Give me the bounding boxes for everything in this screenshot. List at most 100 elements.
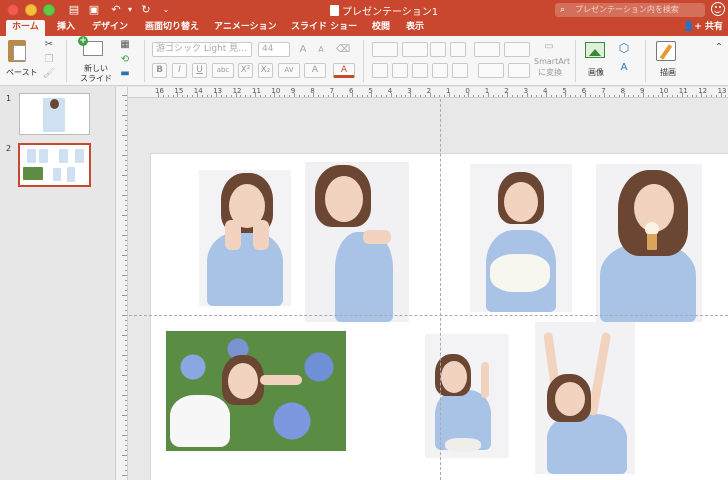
textbox-icon[interactable]: A: [617, 62, 631, 74]
align-left-button[interactable]: [372, 63, 388, 78]
tab-slideshow[interactable]: スライド ショー: [291, 20, 357, 36]
dress: [335, 232, 393, 322]
ruler-tick: [710, 95, 712, 97]
increase-indent-button[interactable]: [450, 42, 466, 57]
ruler-tick: [638, 95, 640, 97]
align-right-button[interactable]: [412, 63, 428, 78]
underline-button[interactable]: U: [192, 63, 207, 78]
slide-thumbnail-2[interactable]: [18, 143, 91, 187]
photo-hydrangea[interactable]: [166, 331, 346, 451]
ribbon-divider: [363, 40, 364, 82]
photo-holding-snack[interactable]: [425, 334, 509, 458]
font-name-select[interactable]: 游ゴシック Light 見...: [152, 42, 252, 57]
ruler-tick-label: 10: [659, 87, 669, 95]
superscript-button[interactable]: X²: [238, 63, 253, 78]
font-size-select[interactable]: 44: [258, 42, 290, 57]
ruler-tick: [696, 95, 698, 97]
ruler-tick: [269, 95, 271, 97]
cut-icon[interactable]: ✂: [42, 39, 56, 51]
undo-dropdown-icon[interactable]: ▾: [122, 2, 138, 18]
slide-editor-canvas[interactable]: [129, 99, 728, 480]
ruler-tick: [458, 95, 460, 97]
redo-icon[interactable]: ↻: [138, 2, 154, 18]
layout-icon[interactable]: ▦: [118, 39, 132, 51]
ruler-tick: [618, 95, 620, 97]
photo-reaching-forward[interactable]: [305, 162, 409, 322]
slide-2[interactable]: [150, 153, 728, 480]
smartart-icon[interactable]: ▭: [540, 41, 558, 53]
thumb-photo: [39, 149, 48, 163]
tab-view[interactable]: 表示: [406, 20, 424, 36]
decrease-font-icon[interactable]: A: [314, 44, 328, 56]
close-window-button[interactable]: [7, 4, 19, 16]
slide-thumbnail-1[interactable]: [19, 93, 90, 135]
document-icon: [330, 5, 339, 16]
arm: [363, 230, 391, 244]
reset-icon[interactable]: ⟲: [118, 54, 132, 66]
justify-button[interactable]: [432, 63, 448, 78]
ruler-tick: [681, 93, 683, 97]
ruler-tick: [453, 95, 455, 97]
numbering-button[interactable]: [402, 42, 428, 57]
format-painter-icon[interactable]: 🖌: [42, 68, 56, 80]
paste-icon[interactable]: [8, 40, 26, 62]
ruler-tick: [318, 95, 320, 97]
ruler-tick: [725, 95, 727, 97]
photo-ice-cream[interactable]: [596, 164, 702, 322]
slide-thumbnails-panel: 1 2: [0, 87, 116, 480]
text-effects-button[interactable]: A: [304, 63, 326, 78]
align-center-button[interactable]: [392, 63, 408, 78]
picture-icon[interactable]: [585, 42, 605, 58]
draw-icon[interactable]: [656, 41, 676, 61]
section-icon[interactable]: ▬: [118, 68, 132, 80]
columns-button[interactable]: [504, 42, 530, 57]
shapes-icon[interactable]: ⬡: [617, 42, 631, 54]
align-text-button[interactable]: [508, 63, 530, 78]
face: [325, 176, 363, 222]
feedback-smiley-icon[interactable]: [711, 2, 725, 16]
bold-button[interactable]: B: [152, 63, 167, 78]
increase-font-icon[interactable]: A: [296, 44, 310, 56]
ruler-tick: [240, 95, 242, 97]
line-spacing-button[interactable]: [474, 42, 500, 57]
strikethrough-button[interactable]: abc: [212, 63, 234, 78]
text-direction-button[interactable]: [478, 63, 504, 78]
minimize-window-button[interactable]: [25, 4, 37, 16]
distribute-button[interactable]: [452, 63, 468, 78]
maximize-window-button[interactable]: [43, 4, 55, 16]
bullets-button[interactable]: [372, 42, 398, 57]
photo-arms-raised[interactable]: [535, 322, 635, 474]
photo-holding-flowers[interactable]: [470, 164, 572, 312]
clear-format-icon[interactable]: ⌫: [336, 44, 350, 56]
tab-insert[interactable]: 挿入: [57, 20, 75, 36]
slide-number-1: 1: [6, 94, 12, 103]
ruler-tick: [284, 95, 286, 97]
new-slide-icon[interactable]: [78, 36, 103, 56]
ruler-tick: [652, 95, 654, 97]
tab-review[interactable]: 校閲: [372, 20, 390, 36]
save-icon[interactable]: ▣: [86, 2, 102, 18]
font-color-button[interactable]: A: [333, 63, 355, 78]
tab-design[interactable]: デザイン: [92, 20, 128, 36]
italic-button[interactable]: I: [172, 63, 187, 78]
draw-label: 描画: [660, 68, 676, 77]
ruler-tick: [122, 215, 127, 216]
share-button[interactable]: 👤+ 共有: [683, 20, 723, 36]
customize-toolbar-icon[interactable]: ⌄: [158, 2, 174, 18]
ribbon-home: ペースト ✂ ❐ 🖌 新しい スライド ▦ ⟲ ▬ 游ゴシック Light 見.…: [0, 36, 728, 86]
tab-animations[interactable]: アニメーション: [214, 20, 277, 36]
photo-hands-on-cheeks[interactable]: [199, 170, 291, 306]
search-input[interactable]: ⌕ プレゼンテーション内を検索: [555, 3, 705, 17]
tab-transitions[interactable]: 画面切り替え: [145, 20, 199, 36]
decrease-indent-button[interactable]: [430, 42, 446, 57]
ruler-tick: [125, 125, 127, 126]
collapse-ribbon-icon[interactable]: ⌃: [712, 42, 726, 54]
character-spacing-button[interactable]: AV: [278, 63, 300, 78]
ruler-tick: [122, 375, 127, 376]
ribbon-divider: [144, 40, 145, 82]
subscript-button[interactable]: X₂: [258, 63, 273, 78]
sidebar-toggle-icon[interactable]: ▤: [66, 2, 82, 18]
tab-home[interactable]: ホーム: [6, 20, 45, 36]
vertical-smart-guide: [440, 99, 441, 480]
copy-icon[interactable]: ❐: [42, 54, 56, 66]
